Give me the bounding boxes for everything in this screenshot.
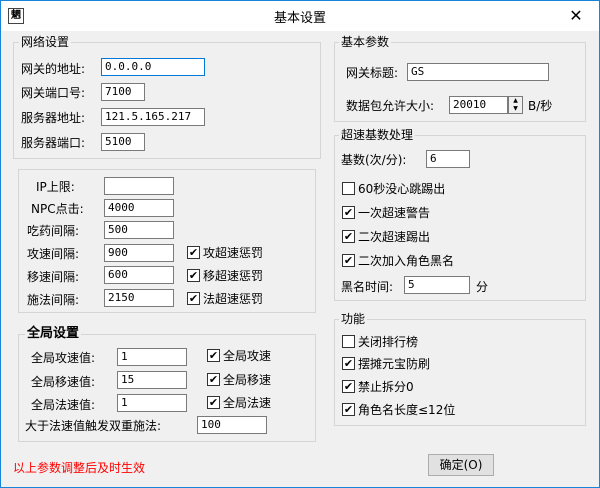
attack-penalty-checkbox[interactable]: ✔: [187, 246, 200, 259]
packet-unit-label: B/秒: [528, 99, 553, 113]
second-blacklist-checkbox[interactable]: ✔: [342, 254, 355, 267]
gateway-title-label: 网关标题:: [346, 66, 399, 80]
gateway-title-field[interactable]: GS: [407, 63, 549, 81]
blacklist-time-label: 黑名时间:: [341, 280, 394, 294]
first-warning-checkbox[interactable]: ✔: [342, 206, 355, 219]
stall-protect-checkbox[interactable]: ✔: [342, 357, 355, 370]
title-bar: 魍 基本设置 ✕: [1, 1, 599, 31]
double-cast-label: 大于法速值触发双重施法:: [25, 419, 162, 433]
settings-window: 魍 基本设置 ✕ 网络设置 网关的地址: 0.0.0.0 网关端口号: 7100…: [0, 0, 600, 488]
gateway-address-label: 网关的地址:: [21, 62, 86, 76]
attack-interval-label: 攻速间隔:: [27, 247, 80, 261]
close-ranking-checkbox[interactable]: [342, 335, 355, 348]
packet-limit-spinner[interactable]: ▲ ▼: [508, 96, 523, 114]
no-heartbeat-checkbox[interactable]: [342, 182, 355, 195]
gateway-address-field[interactable]: 0.0.0.0: [101, 58, 205, 76]
network-legend: 网络设置: [19, 35, 72, 49]
global-attack-value-label: 全局攻速值:: [31, 351, 96, 365]
spell-interval-label: 施法间隔:: [27, 293, 80, 307]
no-split-label: 禁止拆分0: [358, 380, 414, 394]
close-icon: ✕: [569, 6, 583, 25]
move-penalty-checkbox[interactable]: ✔: [187, 269, 200, 282]
no-heartbeat-label: 60秒没心跳踢出: [358, 182, 446, 196]
close-button[interactable]: ✕: [553, 1, 599, 30]
basic-params-legend: 基本参数: [339, 35, 392, 49]
spell-penalty-label: 法超速惩罚: [203, 292, 264, 306]
global-move-value-label: 全局移速值:: [31, 375, 96, 389]
global-move-value-field[interactable]: 15: [117, 371, 187, 389]
gateway-port-label: 网关端口号:: [21, 86, 86, 100]
move-interval-label: 移速间隔:: [27, 270, 80, 284]
server-address-label: 服务器地址:: [21, 111, 86, 125]
footer-note: 以上参数调整后及时生效: [13, 461, 146, 475]
spin-up-icon[interactable]: ▲: [509, 97, 522, 105]
global-spell-check-label: 全局法速: [223, 396, 272, 410]
gateway-port-field[interactable]: 7100: [101, 83, 145, 101]
global-spell-value-label: 全局法速值:: [31, 398, 96, 412]
global-move-check-label: 全局移速: [223, 373, 272, 387]
features-legend: 功能: [339, 312, 368, 326]
ip-limit-field[interactable]: [104, 177, 174, 195]
name-length-checkbox[interactable]: ✔: [342, 403, 355, 416]
second-kick-checkbox[interactable]: ✔: [342, 230, 355, 243]
server-address-field[interactable]: 121.5.165.217: [101, 108, 205, 126]
ip-limit-label: IP上限:: [36, 180, 75, 194]
server-port-field[interactable]: 5100: [101, 133, 145, 151]
spin-down-icon[interactable]: ▼: [509, 105, 522, 113]
name-length-label: 角色名长度≤12位: [358, 403, 456, 417]
stall-protect-label: 摆摊元宝防刷: [358, 357, 431, 371]
spell-penalty-checkbox[interactable]: ✔: [187, 292, 200, 305]
global-attack-check-label: 全局攻速: [223, 349, 272, 363]
second-kick-label: 二次超速踢出: [358, 230, 431, 244]
overspeed-base-field[interactable]: 6: [426, 150, 470, 168]
first-warning-label: 一次超速警告: [358, 206, 431, 220]
ok-button[interactable]: 确定(O): [428, 454, 494, 476]
blacklist-time-unit: 分: [476, 280, 489, 294]
move-penalty-label: 移超速惩罚: [203, 269, 264, 283]
global-spell-value-field[interactable]: 1: [117, 394, 187, 412]
global-attack-value-field[interactable]: 1: [117, 348, 187, 366]
window-title: 基本设置: [273, 11, 326, 26]
no-split-checkbox[interactable]: ✔: [342, 380, 355, 393]
packet-limit-label: 数据包允许大小:: [346, 99, 435, 113]
global-legend: 全局设置: [25, 326, 82, 341]
global-spell-checkbox[interactable]: ✔: [207, 396, 220, 409]
npc-click-field[interactable]: 4000: [104, 199, 174, 217]
npc-click-label: NPC点击:: [31, 202, 84, 216]
move-interval-field[interactable]: 600: [104, 266, 174, 284]
potion-interval-label: 吃药间隔:: [27, 224, 80, 238]
packet-limit-field[interactable]: 20010: [449, 96, 508, 114]
second-blacklist-label: 二次加入角色黑名: [358, 254, 455, 268]
spell-interval-field[interactable]: 2150: [104, 289, 174, 307]
close-ranking-label: 关闭排行榜: [358, 335, 419, 349]
global-move-checkbox[interactable]: ✔: [207, 373, 220, 386]
double-cast-field[interactable]: 100: [197, 416, 267, 434]
attack-interval-field[interactable]: 900: [104, 244, 174, 262]
global-attack-checkbox[interactable]: ✔: [207, 349, 220, 362]
server-port-label: 服务器端口:: [21, 136, 86, 150]
blacklist-time-field[interactable]: 5: [404, 276, 470, 294]
overspeed-legend: 超速基数处理: [339, 128, 416, 142]
potion-interval-field[interactable]: 500: [104, 221, 174, 239]
overspeed-base-label: 基数(次/分):: [341, 153, 407, 167]
attack-penalty-label: 攻超速惩罚: [203, 246, 264, 260]
